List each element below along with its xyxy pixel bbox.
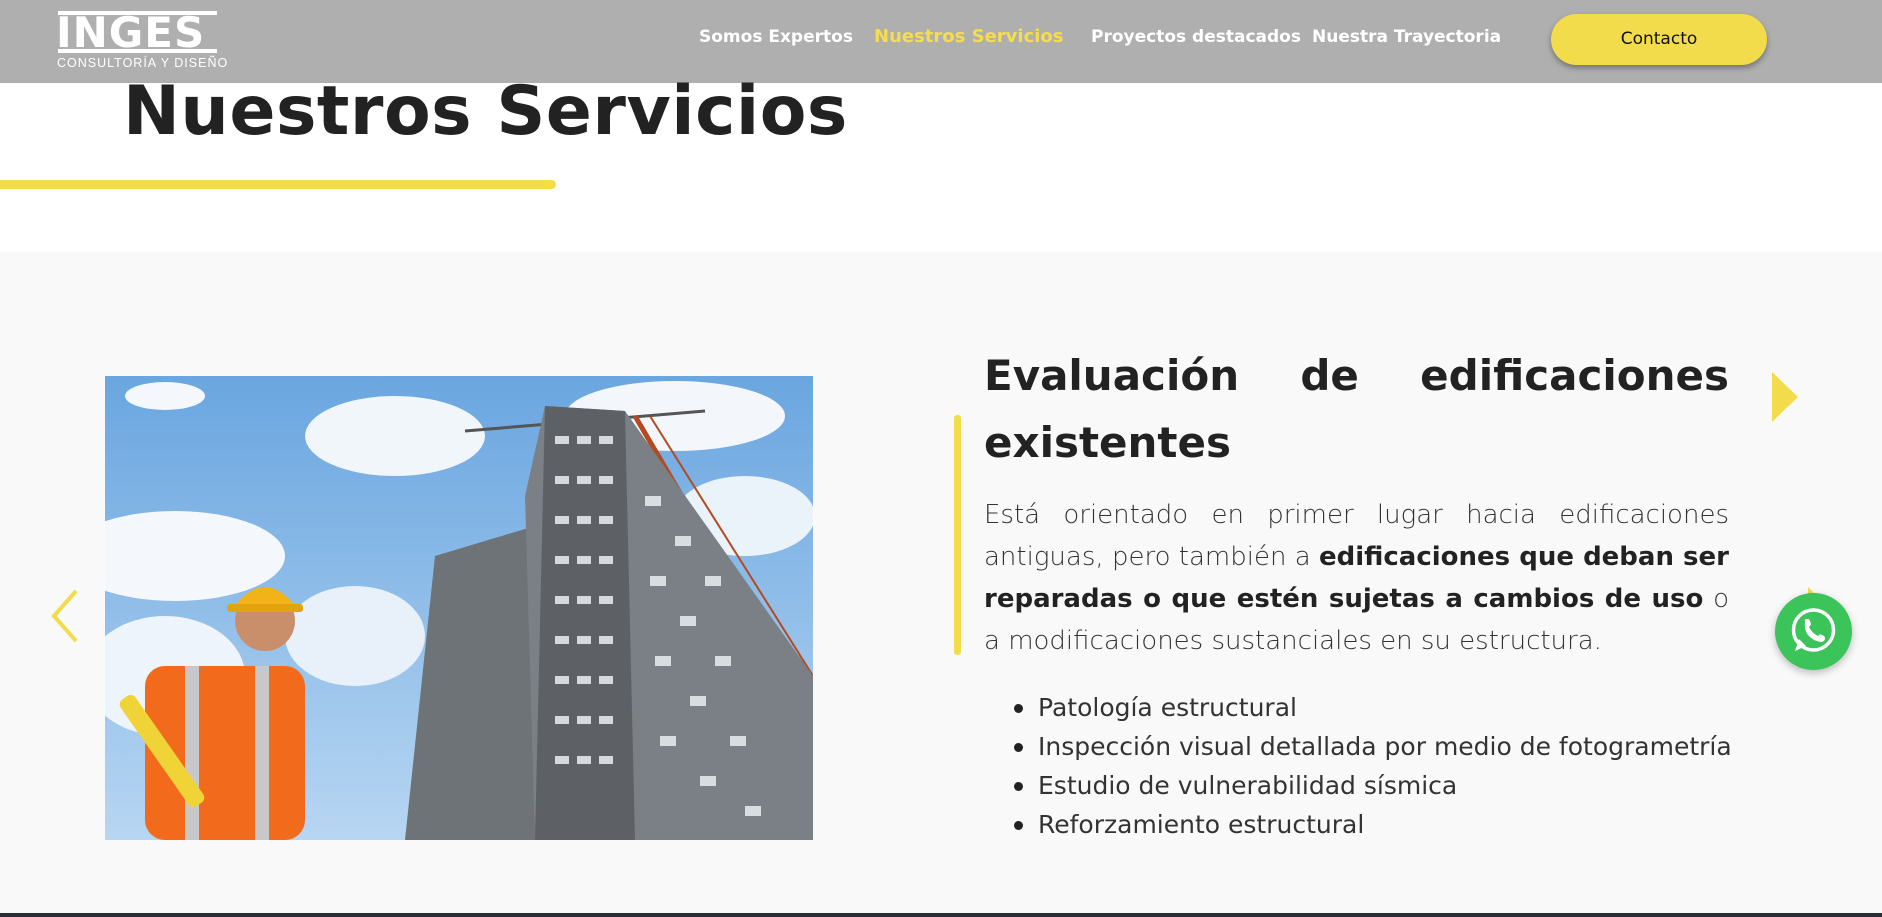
section-bottom-border: [0, 913, 1882, 917]
nav-link-somos-expertos[interactable]: Somos Expertos: [699, 27, 853, 47]
slide-accent-bar: [954, 415, 961, 655]
logo-tagline: CONSULTORÍA Y DISEÑO: [57, 56, 229, 70]
construction-worker-photo: [105, 376, 813, 840]
slider-prev-arrow[interactable]: [48, 587, 82, 645]
section-title: Nuestros Servicios: [123, 72, 848, 151]
contact-button[interactable]: Contacto: [1551, 14, 1767, 65]
list-item: Patología estructural: [1014, 688, 1732, 727]
heading-word: edificaciones: [1420, 351, 1729, 400]
inges-logo[interactable]: INGES CONSULTORÍA Y DISEÑO: [56, 10, 227, 72]
triangle-right-icon: [1772, 372, 1798, 422]
logo-bar-bottom: [58, 49, 217, 53]
slide-heading: Evaluación de edificaciones existentes: [984, 342, 1729, 476]
nav-link-proyectos-destacados[interactable]: Proyectos destacados: [1091, 27, 1301, 47]
whatsapp-button[interactable]: [1775, 593, 1852, 670]
list-item: Estudio de vulnerabilidad sísmica: [1014, 766, 1732, 805]
title-underline: [0, 180, 556, 189]
slide-photo: [105, 376, 813, 840]
heading-word: Evaluación: [984, 351, 1240, 400]
services-list: Patología estructural Inspección visual …: [1014, 688, 1732, 844]
chevron-left-icon: [51, 589, 78, 643]
slide-heading-line1: Evaluación de edificaciones: [984, 342, 1729, 409]
list-item: Reforzamiento estructural: [1014, 805, 1732, 844]
slide-description: Está orientado en primer lugar hacia edi…: [984, 494, 1729, 662]
slide-heading-line2: existentes: [984, 418, 1231, 467]
nav-link-nuestra-trayectoria[interactable]: Nuestra Trayectoria: [1312, 27, 1501, 47]
nav-link-nuestros-servicios[interactable]: Nuestros Servicios: [874, 26, 1064, 47]
slider-next-arrow[interactable]: [1770, 370, 1800, 424]
heading-word: de: [1300, 351, 1359, 400]
list-item: Inspección visual detallada por medio de…: [1014, 727, 1732, 766]
top-navbar: INGES CONSULTORÍA Y DISEÑO Somos Experto…: [0, 0, 1882, 83]
whatsapp-icon: [1791, 608, 1836, 652]
